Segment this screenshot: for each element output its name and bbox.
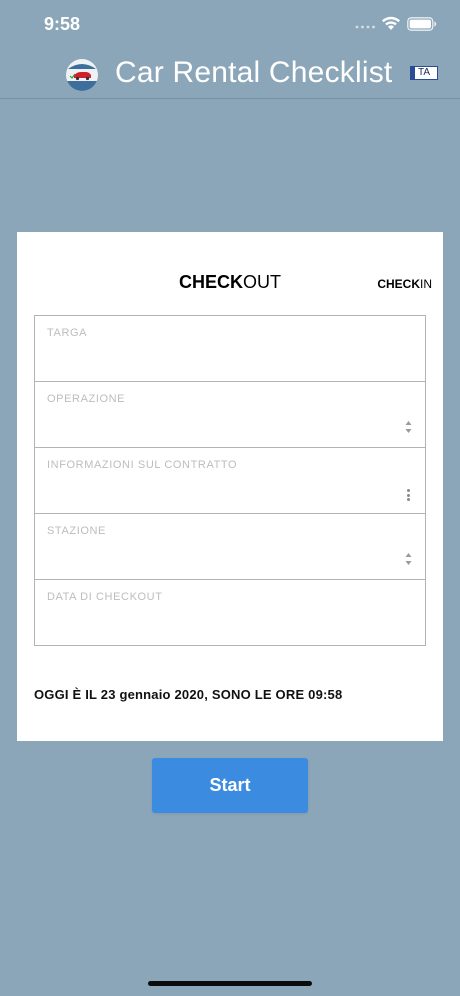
targa-label: TARGA <box>47 327 88 339</box>
select-arrows-icon <box>405 553 412 565</box>
language-badge[interactable]: TA <box>410 66 438 80</box>
tab-checkout-bold: CHECK <box>178 272 243 292</box>
stazione-label: STAZIONE <box>47 525 106 537</box>
app-logo-icon <box>66 59 98 91</box>
tab-checkin-bold: CHECK <box>377 277 420 291</box>
status-time: 9:58 <box>44 14 81 34</box>
nav-bar: Car Rental Checklist TA <box>0 48 460 99</box>
badge-stripe <box>411 67 415 79</box>
cellular-signal-icon <box>355 25 375 29</box>
more-options-icon[interactable] <box>407 489 410 501</box>
contract-info-label: INFORMAZIONI SUL CONTRATTO <box>47 459 238 471</box>
contract-info-field[interactable]: INFORMAZIONI SUL CONTRATTO <box>35 448 425 514</box>
wifi-icon <box>382 16 400 30</box>
stazione-select[interactable]: STAZIONE <box>35 514 425 580</box>
select-arrows-icon <box>405 421 412 433</box>
tab-checkin-light: IN <box>420 277 432 291</box>
home-indicator[interactable] <box>148 981 312 986</box>
start-button[interactable]: Start <box>152 758 308 813</box>
battery-icon <box>407 17 437 31</box>
current-date-note: OGGI È IL 23 gennaio 2020, SONO LE ORE 0… <box>34 687 343 702</box>
app-title: Car Rental Checklist <box>115 56 393 89</box>
tab-checkout-light: OUT <box>243 272 281 292</box>
operazione-label: OPERAZIONE <box>47 393 126 405</box>
operazione-select[interactable]: OPERAZIONE <box>35 382 425 448</box>
checkout-form: TARGA OPERAZIONE INFORMAZIONI SUL CONTRA… <box>34 315 426 646</box>
checkout-date-label: DATA DI CHECKOUT <box>47 591 163 603</box>
targa-field[interactable]: TARGA <box>35 316 425 382</box>
checkout-card: CHECKOUT CHECKIN TARGA OPERAZIONE INFORM… <box>17 232 443 741</box>
status-bar: 9:58 <box>0 0 460 48</box>
language-code: TA <box>418 67 431 78</box>
tab-checkin[interactable]: CHECKIN <box>377 277 432 291</box>
checkout-date-field[interactable]: DATA DI CHECKOUT <box>35 580 425 645</box>
